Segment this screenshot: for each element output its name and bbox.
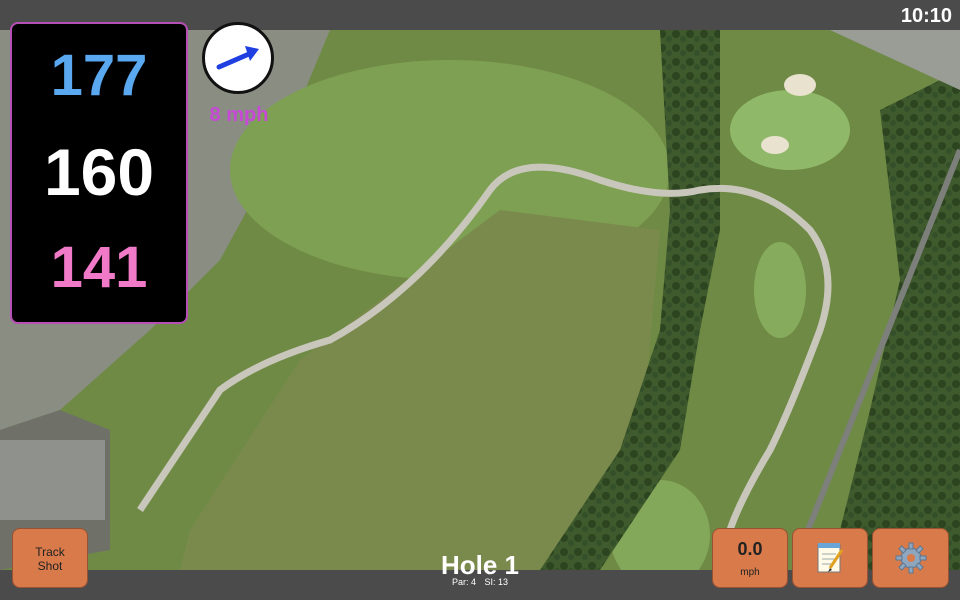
distance-back: 177 bbox=[50, 43, 148, 108]
arrow-icon bbox=[216, 46, 259, 70]
hole-si: SI: 13 bbox=[484, 577, 509, 587]
bunker bbox=[784, 74, 816, 96]
track-shot-button[interactable]: Track Shot bbox=[12, 528, 88, 588]
gear-icon bbox=[895, 542, 926, 574]
wind-direction-dial bbox=[202, 22, 274, 94]
settings-button[interactable] bbox=[872, 528, 949, 588]
bunker bbox=[761, 136, 789, 154]
green bbox=[730, 90, 850, 170]
distance-panel: 177 160 141 bbox=[10, 22, 188, 324]
notes-button[interactable] bbox=[792, 528, 868, 588]
building-roof bbox=[0, 440, 105, 520]
clock: 10:10 bbox=[900, 5, 952, 27]
fairway-right bbox=[754, 242, 806, 338]
track-shot-label-line2: Shot bbox=[37, 559, 63, 573]
speed-value: 0.0 bbox=[737, 539, 763, 559]
notepad-icon bbox=[817, 543, 844, 573]
distance-middle: 160 bbox=[43, 135, 155, 209]
hole-par: Par: 4 bbox=[451, 577, 476, 587]
speed-unit: mph bbox=[740, 567, 760, 578]
speed-button[interactable]: 0.0 mph bbox=[712, 528, 788, 588]
distance-front: 141 bbox=[50, 235, 148, 300]
hole-info: Par: 4 SI: 13 bbox=[380, 577, 580, 587]
track-shot-label-line1: Track bbox=[35, 545, 65, 559]
track-shot-label: Track Shot bbox=[13, 545, 87, 573]
wind-speed: 8 mph bbox=[209, 104, 269, 126]
